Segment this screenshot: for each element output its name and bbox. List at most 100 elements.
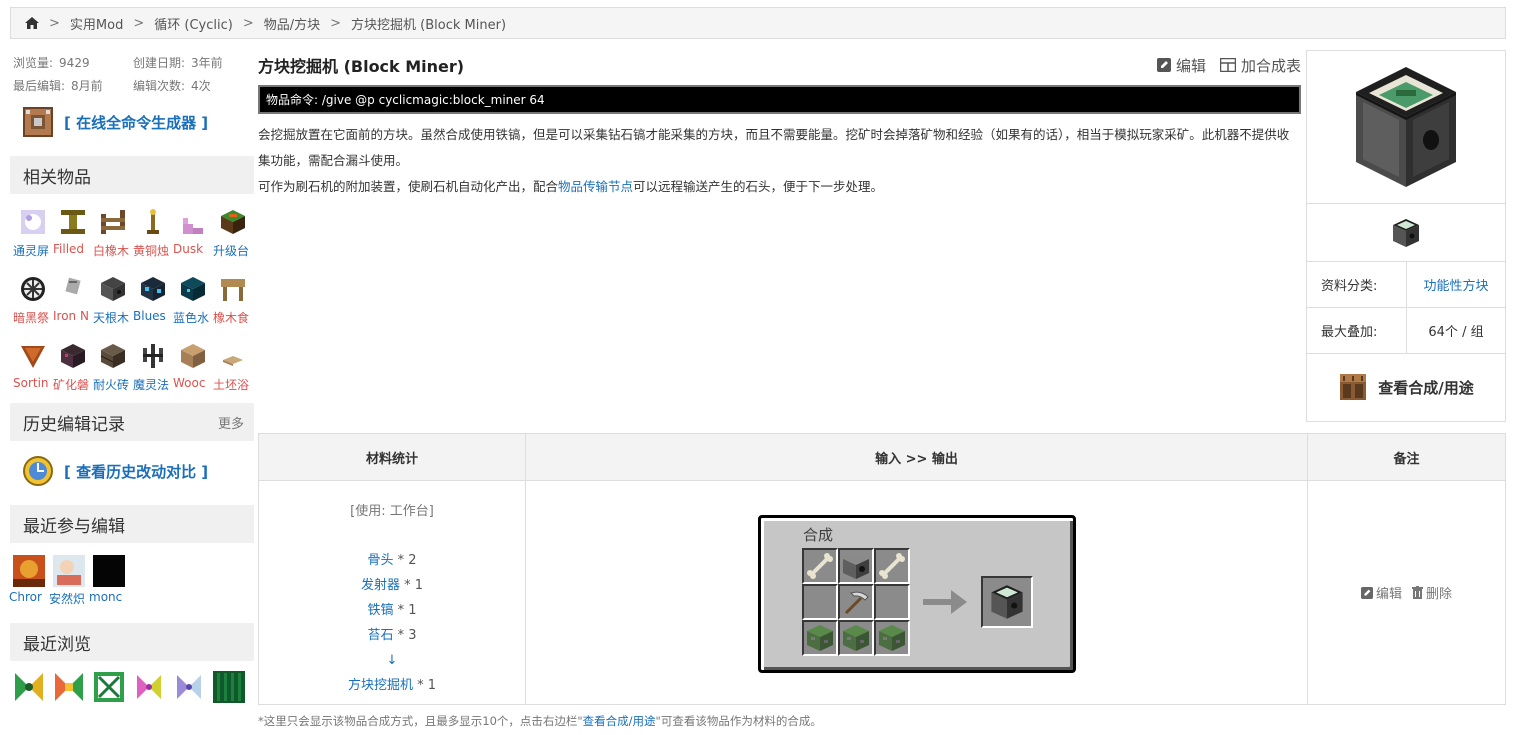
- related-item-name[interactable]: 蓝色水: [173, 309, 213, 326]
- related-item[interactable]: Wooc: [173, 340, 213, 393]
- footnote-view-recipe-link[interactable]: 查看合成/用途: [583, 714, 656, 728]
- related-item-icon[interactable]: [17, 206, 49, 238]
- command-generator-link[interactable]: [ 在线全命令生成器 ]: [10, 102, 254, 142]
- material-link[interactable]: 骨头: [367, 553, 393, 568]
- view-recipe-button[interactable]: 查看合成/用途: [1307, 354, 1505, 420]
- related-item[interactable]: 暗黑祭: [13, 273, 53, 326]
- related-item-icon[interactable]: [97, 340, 129, 372]
- related-item-icon[interactable]: [17, 273, 49, 305]
- related-item-name[interactable]: 魔灵法: [133, 376, 173, 393]
- related-item[interactable]: 蓝色水: [173, 273, 213, 326]
- editor-name[interactable]: Chror: [9, 590, 49, 604]
- related-item[interactable]: Blues: [133, 273, 173, 326]
- home-icon[interactable]: [25, 17, 39, 29]
- category-link[interactable]: 功能性方块: [1423, 275, 1488, 294]
- editor-item[interactable]: monc: [89, 555, 125, 607]
- related-item-icon[interactable]: [97, 206, 129, 238]
- view-recipe-label[interactable]: 查看合成/用途: [1378, 377, 1473, 398]
- related-item-name[interactable]: 橡木食: [213, 309, 253, 326]
- related-item[interactable]: 魔灵法: [133, 340, 173, 393]
- crafting-slot[interactable]: [838, 548, 874, 584]
- related-item-icon[interactable]: [217, 340, 249, 372]
- related-item-icon[interactable]: [57, 273, 89, 305]
- related-item-icon[interactable]: [177, 206, 209, 238]
- related-item-name[interactable]: Dusk: [173, 242, 213, 256]
- crafting-slot[interactable]: [874, 548, 910, 584]
- history-compare-link[interactable]: [ 查看历史改动对比 ]: [10, 451, 254, 491]
- related-item[interactable]: 白橡木: [93, 206, 133, 259]
- related-item-name[interactable]: 黄铜烛: [133, 242, 173, 259]
- related-item[interactable]: 土坯浴: [213, 340, 253, 393]
- related-item[interactable]: Iron N: [53, 273, 93, 326]
- related-item-icon[interactable]: [217, 273, 249, 305]
- recipe-edit-label[interactable]: 编辑: [1376, 583, 1402, 602]
- related-item-name[interactable]: 暗黑祭: [13, 309, 53, 326]
- command-generator-label[interactable]: [ 在线全命令生成器 ]: [64, 112, 208, 133]
- related-item-name[interactable]: 白橡木: [93, 242, 133, 259]
- related-item-icon[interactable]: [97, 273, 129, 305]
- result-link[interactable]: 方块挖掘机: [348, 678, 413, 693]
- related-item[interactable]: 橡木食: [213, 273, 253, 326]
- related-item-name[interactable]: 升级台: [213, 242, 253, 259]
- related-item[interactable]: Sortin: [13, 340, 53, 393]
- related-item[interactable]: 升级台: [213, 206, 253, 259]
- related-item-icon[interactable]: [137, 340, 169, 372]
- related-item-name[interactable]: Wooc: [173, 376, 213, 390]
- related-item-name[interactable]: 土坯浴: [213, 376, 253, 393]
- crafting-slot[interactable]: [838, 584, 874, 620]
- related-item[interactable]: 黄铜烛: [133, 206, 173, 259]
- related-item-name[interactable]: Iron N: [53, 309, 93, 323]
- crafting-slot[interactable]: [802, 584, 838, 620]
- recent-item-icon[interactable]: [133, 671, 165, 703]
- material-link[interactable]: 铁镐: [367, 603, 393, 618]
- related-item-icon[interactable]: [57, 340, 89, 372]
- related-item[interactable]: 耐火砖: [93, 340, 133, 393]
- crafting-slot[interactable]: [802, 548, 838, 584]
- recipe-delete-label[interactable]: 删除: [1426, 583, 1452, 602]
- related-item-name[interactable]: 耐火砖: [93, 376, 133, 393]
- editor-name[interactable]: monc: [89, 590, 129, 604]
- related-item-icon[interactable]: [217, 206, 249, 238]
- crafting-slot[interactable]: [874, 584, 910, 620]
- command-text[interactable]: /give @p cyclicmagic:block_miner 64: [322, 93, 545, 107]
- add-recipe-button[interactable]: 加合成表: [1219, 55, 1301, 76]
- recent-item-icon[interactable]: [53, 671, 85, 703]
- edit-label[interactable]: 编辑: [1176, 55, 1206, 76]
- editor-item[interactable]: 安然炽: [49, 555, 85, 607]
- item-transfer-node-link[interactable]: 物品传输节点: [558, 179, 633, 194]
- related-item-name[interactable]: Filled: [53, 242, 93, 256]
- related-item-icon[interactable]: [177, 340, 209, 372]
- avatar[interactable]: [13, 555, 45, 587]
- related-item-name[interactable]: 通灵屏: [13, 242, 53, 259]
- recent-item-icon[interactable]: [13, 671, 45, 703]
- history-compare-label[interactable]: [ 查看历史改动对比 ]: [64, 461, 208, 482]
- crafting-output-slot[interactable]: [981, 576, 1033, 628]
- related-item-name[interactable]: Sortin: [13, 376, 53, 390]
- breadcrumb-item-type[interactable]: 物品/方块: [264, 14, 320, 33]
- recent-item-icon[interactable]: [93, 671, 125, 703]
- crafting-slot[interactable]: [838, 620, 874, 656]
- avatar[interactable]: [93, 555, 125, 587]
- related-item-icon[interactable]: [137, 273, 169, 305]
- related-item[interactable]: 天根木: [93, 273, 133, 326]
- related-item-icon[interactable]: [57, 206, 89, 238]
- editor-name[interactable]: 安然炽: [49, 590, 89, 607]
- related-item-name[interactable]: 天根木: [93, 309, 133, 326]
- recent-item-icon[interactable]: [213, 671, 245, 703]
- related-item-icon[interactable]: [17, 340, 49, 372]
- related-item-icon[interactable]: [177, 273, 209, 305]
- related-item-name[interactable]: Blues: [133, 309, 173, 323]
- recent-item-icon[interactable]: [173, 671, 205, 703]
- recipe-delete-button[interactable]: 删除: [1412, 583, 1452, 602]
- related-item-name[interactable]: 矿化磐: [53, 376, 93, 393]
- material-link[interactable]: 苔石: [367, 628, 393, 643]
- related-item[interactable]: 矿化磐: [53, 340, 93, 393]
- recipe-edit-button[interactable]: 编辑: [1360, 583, 1402, 602]
- history-more-link[interactable]: 更多: [218, 413, 244, 432]
- edit-button[interactable]: 编辑: [1156, 55, 1206, 76]
- give-command-box[interactable]: 物品命令: /give @p cyclicmagic:block_miner 6…: [258, 85, 1301, 114]
- avatar[interactable]: [53, 555, 85, 587]
- related-item[interactable]: 通灵屏: [13, 206, 53, 259]
- breadcrumb-item-mod[interactable]: 循环 (Cyclic): [154, 14, 233, 33]
- editor-item[interactable]: Chror: [9, 555, 45, 607]
